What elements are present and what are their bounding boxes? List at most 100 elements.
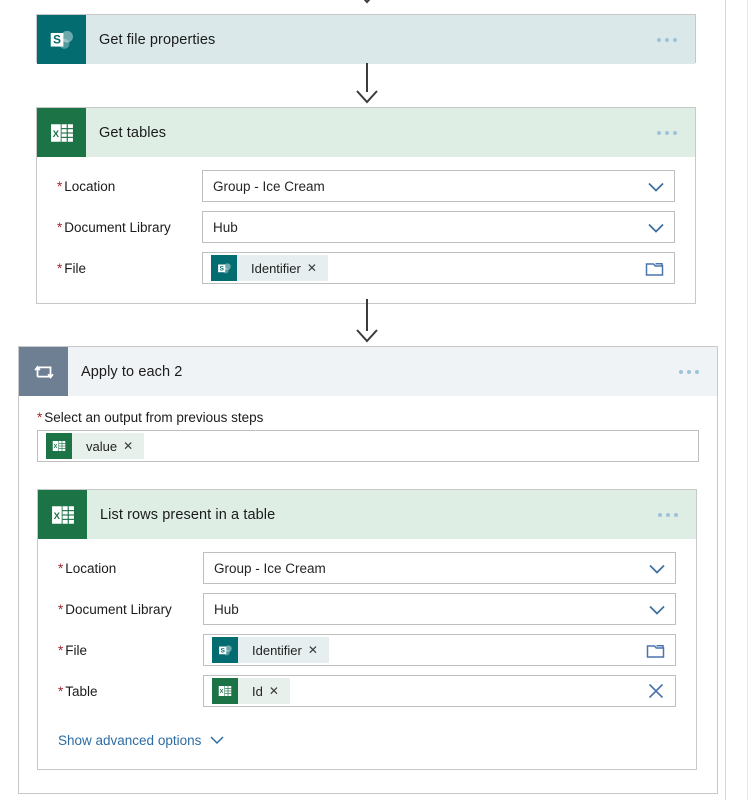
dot-icon [665, 130, 669, 135]
sharepoint-icon: S [37, 15, 86, 64]
flow-designer-canvas: S Get file properties X Get tables * Loc… [0, 0, 749, 800]
dot-icon [695, 369, 699, 374]
panel-divider [725, 0, 726, 800]
loop-menu-button[interactable] [675, 364, 703, 380]
dot-icon [666, 512, 670, 517]
sharepoint-glyph-icon: S [50, 30, 73, 49]
location-dropdown[interactable]: Group - Ice Cream [203, 552, 676, 584]
file-input[interactable]: S Identifier ✕ [203, 634, 676, 666]
sharepoint-icon: S [211, 255, 237, 281]
field-label-file: * File [58, 643, 88, 658]
excel-glyph-icon: X [52, 441, 66, 451]
action-card-list-rows-present-in-a-table[interactable]: X List rows present in a table * Locatio… [37, 489, 697, 770]
required-indicator: * [57, 220, 63, 235]
card-menu-button[interactable] [653, 125, 681, 141]
table-input[interactable]: X Id ✕ [203, 675, 676, 707]
excel-glyph-icon: X [51, 505, 74, 524]
sharepoint-glyph-icon: S [217, 262, 231, 273]
card-body: * Location Group - Ice Cream * Document Li… [37, 157, 695, 303]
document-library-value: Hub [214, 601, 239, 617]
svg-text:X: X [220, 689, 224, 695]
dot-icon [665, 37, 669, 42]
field-label-select-output: * Select an output from previous steps [37, 410, 264, 425]
dynamic-content-token[interactable]: X value ✕ [46, 433, 145, 459]
required-indicator: * [58, 643, 64, 658]
dot-icon [679, 369, 683, 374]
action-card-get-tables[interactable]: X Get tables * Location Group - Ice Crea… [36, 107, 696, 304]
document-library-value: Hub [213, 219, 238, 235]
chevron-down-icon[interactable] [647, 180, 665, 192]
chevron-down-icon[interactable] [648, 603, 666, 615]
document-library-dropdown[interactable]: Hub [203, 593, 676, 625]
loop-title: Apply to each 2 [81, 363, 183, 380]
token-remove-button[interactable]: ✕ [269, 685, 290, 697]
required-indicator: * [58, 561, 64, 576]
dot-icon [673, 37, 677, 42]
action-card-get-file-properties[interactable]: S Get file properties [36, 14, 696, 64]
excel-glyph-icon: X [50, 123, 73, 142]
chevron-down-icon[interactable] [648, 562, 666, 574]
field-row: * Location Group - Ice Cream [58, 552, 676, 584]
token-remove-button[interactable]: ✕ [308, 644, 329, 656]
card-header[interactable]: X Get tables [37, 108, 695, 157]
sharepoint-icon: S [212, 637, 238, 663]
field-label-file: * File [57, 261, 87, 276]
field-label-document-library: * Document Library [58, 602, 172, 617]
svg-text:X: X [53, 510, 60, 521]
svg-text:X: X [54, 444, 58, 450]
excel-icon: X [46, 433, 72, 459]
field-label-document-library: * Document Library [57, 220, 171, 235]
dot-icon [657, 37, 661, 42]
token-label: value [86, 438, 118, 454]
folder-picker-icon[interactable] [645, 260, 664, 277]
clear-x-icon[interactable] [647, 682, 665, 700]
required-indicator: * [57, 179, 63, 194]
svg-text:S: S [220, 647, 225, 654]
card-title: Get file properties [99, 31, 216, 48]
token-remove-button[interactable]: ✕ [307, 262, 328, 274]
field-row: * Table X Id ✕ [58, 675, 676, 707]
field-row: * File S Identifier ✕ [57, 252, 675, 284]
field-label-location: * Location [58, 561, 117, 576]
card-header[interactable]: X List rows present in a table [38, 490, 696, 539]
location-value: Group - Ice Cream [213, 178, 325, 194]
dynamic-content-token[interactable]: S Identifier ✕ [212, 637, 329, 663]
field-label-table: * Table [58, 684, 98, 699]
connector-arrow-2 [354, 299, 380, 343]
token-remove-button[interactable]: ✕ [123, 440, 144, 452]
required-indicator: * [58, 684, 64, 699]
sharepoint-glyph-icon: S [218, 644, 232, 655]
field-row: * Document Library Hub [58, 593, 676, 625]
arrowhead-icon [354, 0, 380, 4]
file-input[interactable]: S Identifier ✕ [202, 252, 675, 284]
card-title: Get tables [99, 124, 167, 141]
connector-arrow-1 [354, 63, 380, 104]
dot-icon [673, 130, 677, 135]
location-dropdown[interactable]: Group - Ice Cream [202, 170, 675, 202]
dynamic-content-token[interactable]: X Id ✕ [212, 678, 290, 704]
show-advanced-options-link[interactable]: Show advanced options [58, 733, 225, 748]
loop-header[interactable]: Apply to each 2 [19, 347, 717, 396]
card-title: List rows present in a table [100, 506, 276, 523]
field-row: * Location Group - Ice Cream [57, 170, 675, 202]
required-indicator: * [37, 410, 43, 425]
scope-apply-to-each-2[interactable]: Apply to each 2 * Select an output from p… [18, 346, 718, 794]
loop-body: *Select an output from previous steps X [19, 396, 717, 462]
chevron-down-icon[interactable] [647, 221, 665, 233]
folder-picker-icon[interactable] [646, 642, 665, 659]
card-menu-button[interactable] [653, 32, 681, 48]
show-advanced-options-label: Show advanced options [58, 733, 202, 748]
card-header[interactable]: S Get file properties [37, 15, 695, 64]
card-menu-button[interactable] [654, 507, 682, 523]
required-indicator: * [58, 602, 64, 617]
document-library-dropdown[interactable]: Hub [202, 211, 675, 243]
excel-icon: X [38, 490, 87, 539]
loop-glyph-icon [33, 365, 54, 379]
panel-divider-outer [747, 0, 748, 800]
select-output-input[interactable]: X value ✕ [37, 430, 699, 462]
svg-text:X: X [52, 128, 59, 139]
dot-icon [674, 512, 678, 517]
token-label: Identifier [251, 260, 301, 276]
dynamic-content-token[interactable]: S Identifier ✕ [211, 255, 328, 281]
field-label-location: * Location [57, 179, 116, 194]
